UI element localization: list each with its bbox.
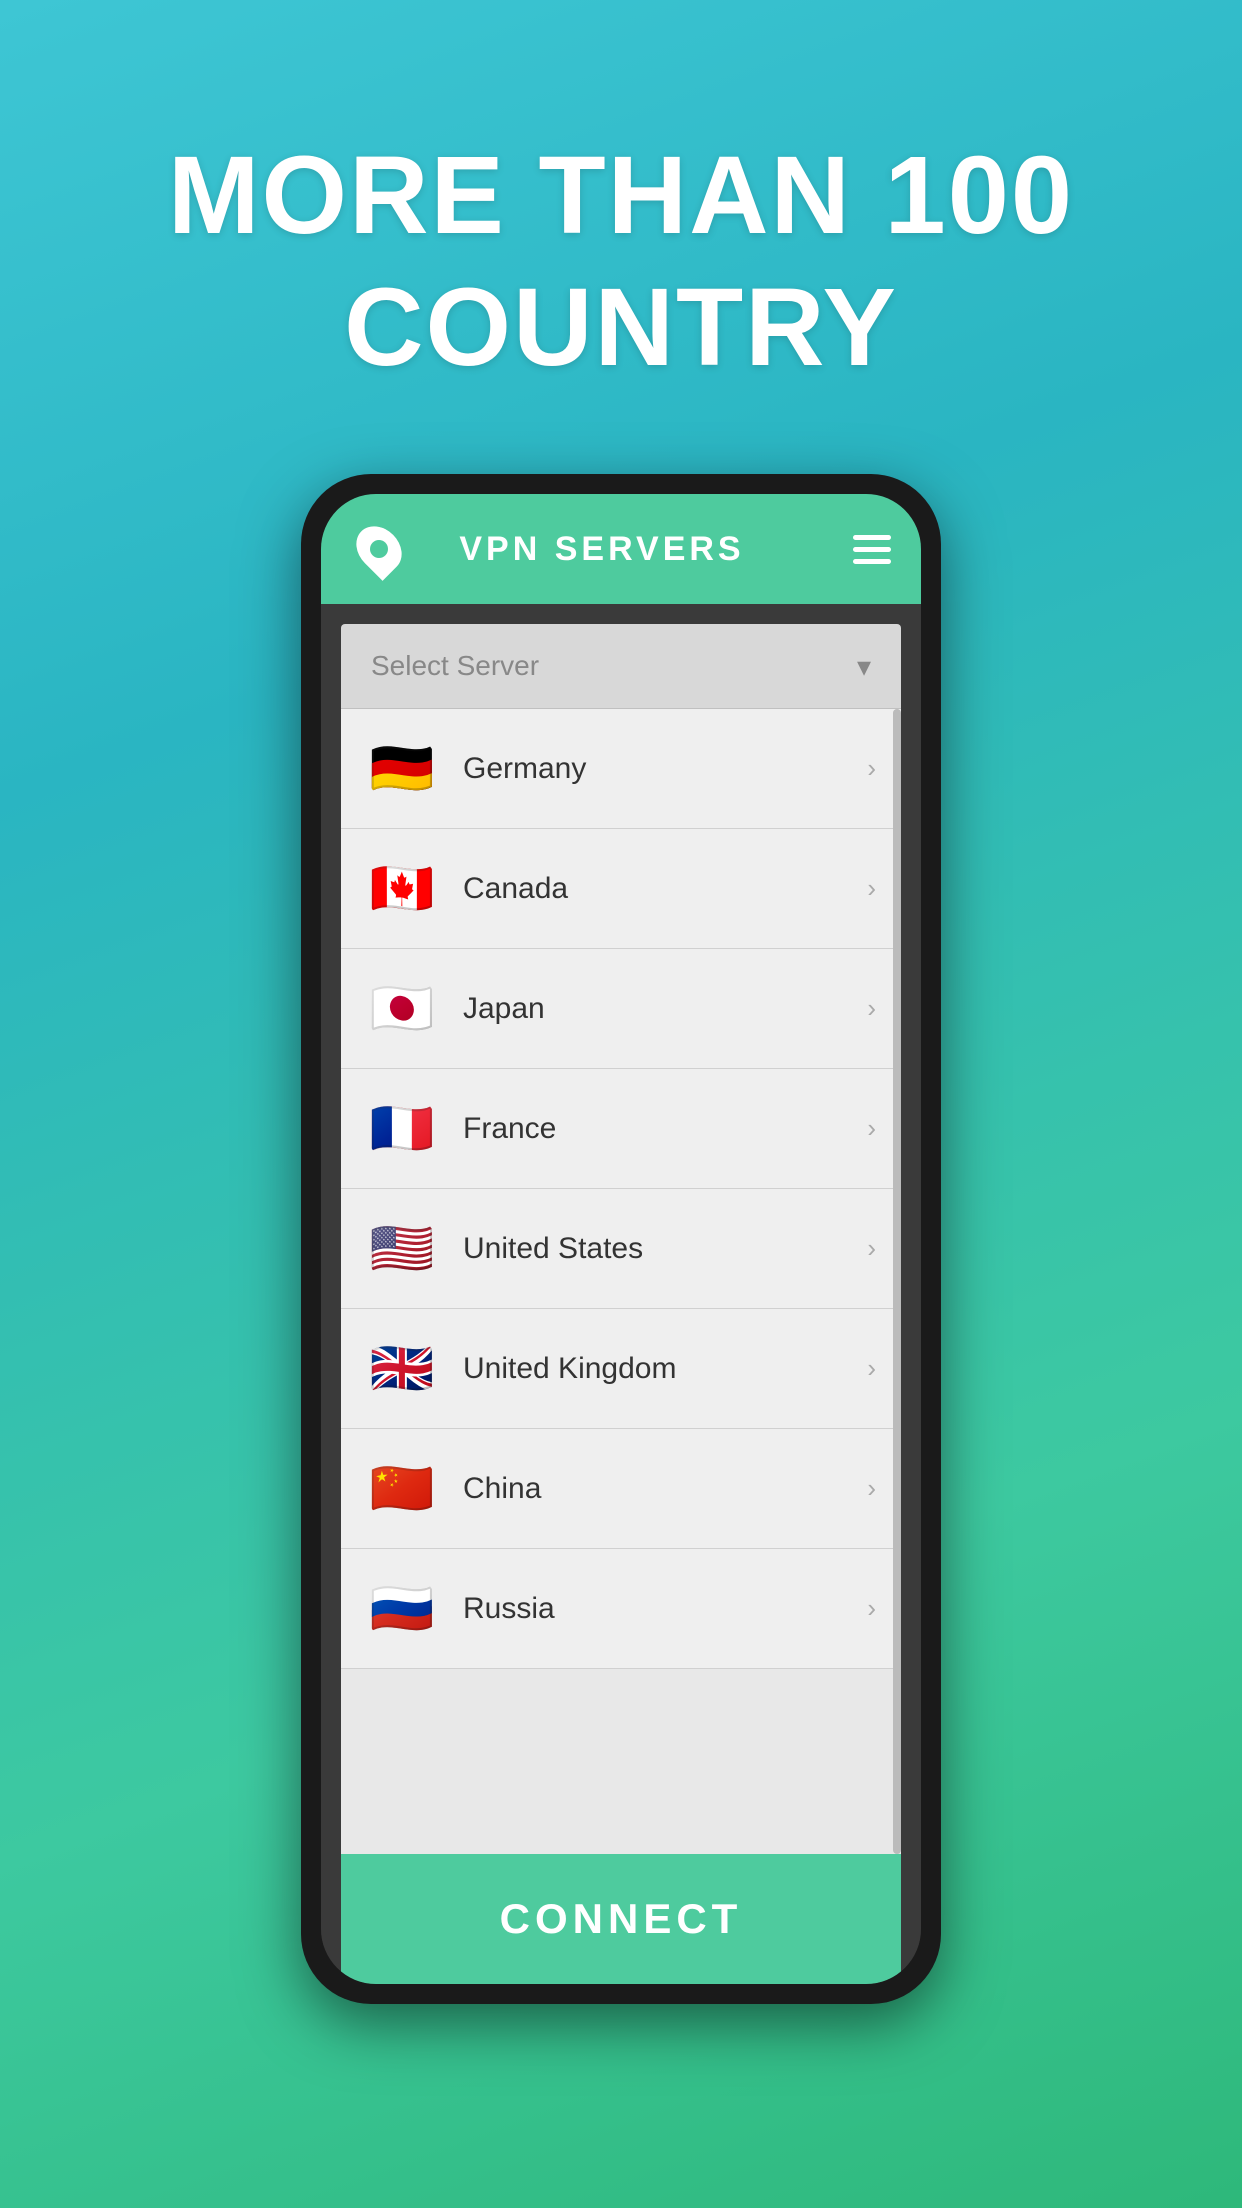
country-list: 🇩🇪 Germany › 🇨🇦 Canada › 🇯🇵 Japan › 🇫🇷 — [341, 709, 901, 1854]
country-name-china: China — [463, 1472, 867, 1506]
chevron-right-china: › — [867, 1473, 876, 1504]
select-server-dropdown[interactable]: Select Server ▾ — [341, 624, 901, 709]
flag-japan: 🇯🇵 — [366, 973, 438, 1045]
headline: MORE THAN 100 COUNTRY — [168, 130, 1074, 394]
chevron-right-canada: › — [867, 873, 876, 904]
chevron-right-us: › — [867, 1233, 876, 1264]
flag-russia: 🇷🇺 — [366, 1573, 438, 1645]
chevron-right-japan: › — [867, 993, 876, 1024]
hamburger-line-2 — [853, 547, 891, 552]
flag-uk: 🇬🇧 — [366, 1333, 438, 1405]
country-item-uk[interactable]: 🇬🇧 United Kingdom › — [341, 1309, 901, 1429]
connect-label: CONNECT — [500, 1895, 743, 1943]
chevron-right-russia: › — [867, 1593, 876, 1624]
chevron-down-icon: ▾ — [857, 650, 871, 683]
headline-line2: COUNTRY — [344, 266, 898, 389]
country-name-russia: Russia — [463, 1592, 867, 1626]
hamburger-line-1 — [853, 535, 891, 540]
country-name-france: France — [463, 1112, 867, 1146]
app-title: VPN SERVERS — [406, 530, 798, 569]
chevron-right-france: › — [867, 1113, 876, 1144]
flag-canada: 🇨🇦 — [366, 853, 438, 925]
phone-inner: VPN SERVERS Select Server ▾ 🇩🇪 Germany › — [321, 494, 921, 1984]
country-item-us[interactable]: 🇺🇸 United States › — [341, 1189, 901, 1309]
chevron-right-germany: › — [867, 753, 876, 784]
chevron-right-uk: › — [867, 1353, 876, 1384]
country-name-uk: United Kingdom — [463, 1352, 867, 1386]
flag-china: 🇨🇳 — [366, 1453, 438, 1525]
country-name-us: United States — [463, 1232, 867, 1266]
flag-germany: 🇩🇪 — [366, 733, 438, 805]
select-server-label: Select Server — [371, 650, 857, 682]
country-item-china[interactable]: 🇨🇳 China › — [341, 1429, 901, 1549]
app-content: Select Server ▾ 🇩🇪 Germany › 🇨🇦 Canada ›… — [321, 604, 921, 1984]
country-item-canada[interactable]: 🇨🇦 Canada › — [341, 829, 901, 949]
country-item-germany[interactable]: 🇩🇪 Germany › — [341, 709, 901, 829]
country-item-japan[interactable]: 🇯🇵 Japan › — [341, 949, 901, 1069]
location-pin-icon — [351, 522, 406, 577]
flag-us: 🇺🇸 — [366, 1213, 438, 1285]
headline-line1: MORE THAN 100 — [168, 134, 1074, 257]
country-name-canada: Canada — [463, 872, 867, 906]
country-name-germany: Germany — [463, 752, 867, 786]
flag-france: 🇫🇷 — [366, 1093, 438, 1165]
hamburger-line-3 — [853, 559, 891, 564]
phone-wrapper: VPN SERVERS Select Server ▾ 🇩🇪 Germany › — [301, 474, 941, 2004]
connect-button[interactable]: CONNECT — [341, 1854, 901, 1984]
country-name-japan: Japan — [463, 992, 867, 1026]
country-item-france[interactable]: 🇫🇷 France › — [341, 1069, 901, 1189]
app-bar: VPN SERVERS — [321, 494, 921, 604]
hamburger-menu-button[interactable] — [853, 535, 891, 564]
country-item-russia[interactable]: 🇷🇺 Russia › — [341, 1549, 901, 1669]
